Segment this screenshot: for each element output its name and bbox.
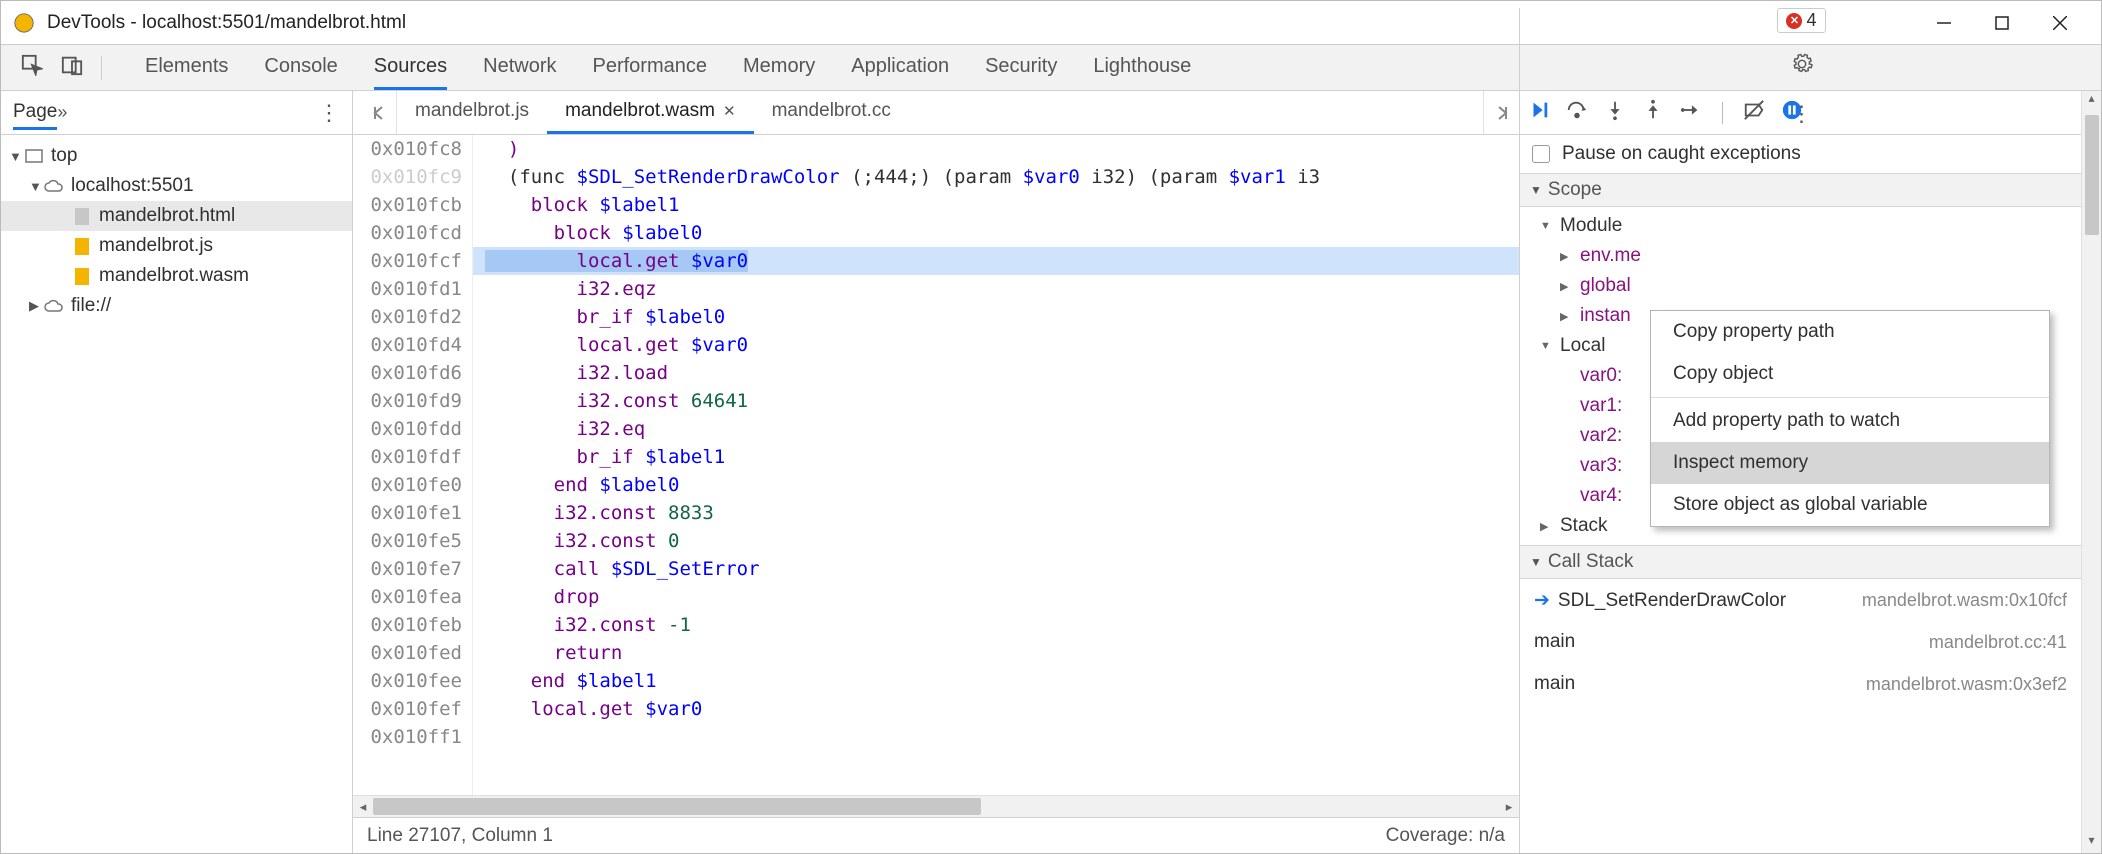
tab-network[interactable]: Network bbox=[483, 45, 556, 90]
debugger-toolbar bbox=[1520, 91, 2081, 135]
tree-file[interactable]: mandelbrot.js bbox=[1, 231, 352, 261]
navigator-overflow-icon[interactable]: » bbox=[57, 102, 67, 123]
context-menu: Copy property pathCopy object Add propert… bbox=[1650, 310, 2050, 527]
tab-nav-prev-icon[interactable] bbox=[361, 91, 397, 134]
status-cursor-pos: Line 27107, Column 1 bbox=[367, 825, 553, 847]
tree-fileurl-label: file:// bbox=[71, 295, 111, 317]
tree-file[interactable]: mandelbrot.wasm bbox=[1, 261, 352, 291]
devtools-icon bbox=[13, 12, 35, 34]
tab-application[interactable]: Application bbox=[851, 45, 949, 90]
context-menu-item[interactable]: Inspect memory bbox=[1651, 442, 2049, 484]
device-toolbar-icon[interactable] bbox=[61, 54, 83, 81]
pause-on-exceptions-row[interactable]: Pause on caught exceptions bbox=[1520, 135, 2081, 173]
error-icon: ✕ bbox=[1786, 13, 1802, 29]
pause-exceptions-checkbox[interactable] bbox=[1532, 145, 1550, 163]
navigator-panel: Page » ⋮ ▼ top ▼ localhost:5501 mandelbr… bbox=[1, 91, 353, 853]
step-icon[interactable] bbox=[1680, 99, 1702, 127]
tree-top[interactable]: ▼ top bbox=[1, 141, 352, 171]
tab-sources[interactable]: Sources bbox=[374, 45, 447, 90]
editor-panel: mandelbrot.jsmandelbrot.wasm✕mandelbrot.… bbox=[353, 91, 1519, 853]
editor-hscrollbar[interactable]: ◂ ▸ bbox=[353, 795, 1519, 817]
tree-host-label: localhost:5501 bbox=[71, 175, 194, 197]
main-tabbar: Elements Console Sources Network Performance… bbox=[1, 45, 2101, 91]
editor-statusbar: Line 27107, Column 1 Coverage: n/a bbox=[353, 817, 1519, 853]
cloud-icon bbox=[43, 297, 65, 315]
pause-exceptions-icon[interactable] bbox=[1781, 99, 1803, 127]
tree-fileurl[interactable]: ▶ file:// bbox=[1, 291, 352, 321]
pause-exceptions-label: Pause on caught exceptions bbox=[1562, 143, 1801, 165]
file-tree: ▼ top ▼ localhost:5501 mandelbrot.htmlma… bbox=[1, 135, 352, 327]
context-menu-item[interactable]: Add property path to watch bbox=[1651, 400, 2049, 442]
callstack-frame[interactable]: mainmandelbrot.wasm:0x3ef2 bbox=[1520, 663, 2081, 705]
close-tab-icon[interactable]: ✕ bbox=[723, 102, 736, 120]
error-count: 4 bbox=[1806, 10, 1816, 31]
code-editor[interactable]: 0x010fc80x010fc90x010fcb0x010fcd0x010fcf… bbox=[353, 135, 1519, 795]
hscrollbar-thumb[interactable] bbox=[373, 798, 981, 815]
cloud-icon bbox=[43, 177, 65, 195]
inspect-element-icon[interactable] bbox=[21, 54, 43, 81]
file-tab[interactable]: mandelbrot.wasm✕ bbox=[547, 91, 754, 134]
navigator-tab-page[interactable]: Page bbox=[13, 101, 57, 130]
tree-file[interactable]: mandelbrot.html bbox=[1, 201, 352, 231]
error-badge[interactable]: ✕ 4 bbox=[1777, 8, 1825, 33]
file-tabs: mandelbrot.jsmandelbrot.wasm✕mandelbrot.… bbox=[353, 91, 1519, 135]
tree-top-label: top bbox=[51, 145, 77, 167]
context-menu-item[interactable]: Store object as global variable bbox=[1651, 484, 2049, 526]
tab-lighthouse[interactable]: Lighthouse bbox=[1093, 45, 1191, 90]
tab-performance[interactable]: Performance bbox=[593, 45, 708, 90]
scope-module-header[interactable]: ▼Module bbox=[1534, 211, 2081, 241]
context-menu-item[interactable]: Copy property path bbox=[1651, 311, 2049, 353]
callstack-section-header[interactable]: ▼Call Stack bbox=[1520, 545, 2081, 579]
step-over-icon[interactable] bbox=[1566, 99, 1588, 127]
tab-nav-next-icon[interactable] bbox=[1483, 91, 1519, 134]
file-tab[interactable]: mandelbrot.cc bbox=[754, 91, 909, 134]
vscrollbar-thumb[interactable] bbox=[2085, 115, 2099, 235]
debugger-vscrollbar[interactable]: ▴ ▾ bbox=[2081, 91, 2101, 853]
scope-module-item[interactable]: ▶global bbox=[1554, 271, 2081, 301]
scope-module-item[interactable]: ▶env.me bbox=[1554, 241, 2081, 271]
file-tab[interactable]: mandelbrot.js bbox=[397, 91, 547, 134]
status-coverage: Coverage: n/a bbox=[1386, 825, 1505, 847]
tab-security[interactable]: Security bbox=[985, 45, 1057, 90]
step-into-icon[interactable] bbox=[1604, 99, 1626, 127]
callstack-frame[interactable]: ➔SDL_SetRenderDrawColormandelbrot.wasm:0… bbox=[1520, 579, 2081, 621]
settings-icon[interactable] bbox=[1791, 53, 1813, 81]
tab-console[interactable]: Console bbox=[264, 45, 337, 90]
deactivate-breakpoints-icon[interactable] bbox=[1743, 99, 1765, 127]
context-menu-item[interactable]: Copy object bbox=[1651, 353, 2049, 395]
navigator-menu-icon[interactable]: ⋮ bbox=[318, 100, 340, 126]
tab-elements[interactable]: Elements bbox=[145, 45, 228, 90]
frame-icon bbox=[23, 147, 45, 165]
callstack-frame[interactable]: mainmandelbrot.cc:41 bbox=[1520, 621, 2081, 663]
tab-memory[interactable]: Memory bbox=[743, 45, 815, 90]
scope-section-header[interactable]: ▼Scope bbox=[1520, 173, 2081, 207]
tree-host[interactable]: ▼ localhost:5501 bbox=[1, 171, 352, 201]
step-out-icon[interactable] bbox=[1642, 99, 1664, 127]
resume-icon[interactable] bbox=[1528, 99, 1550, 127]
